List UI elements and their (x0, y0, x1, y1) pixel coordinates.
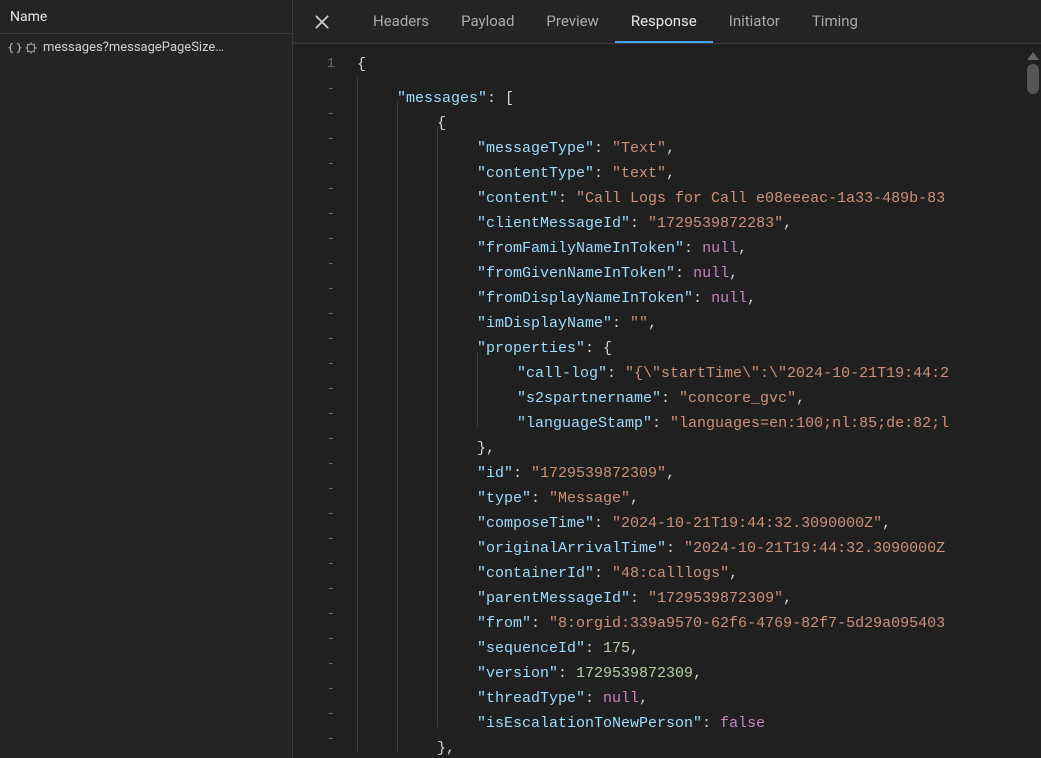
tab-payload[interactable]: Payload (445, 0, 530, 43)
tab-response[interactable]: Response (615, 0, 713, 43)
app-root: Name messages?messagePageSize… (0, 0, 1041, 758)
request-list-panel: Name messages?messagePageSize… (0, 0, 293, 758)
close-button[interactable] (297, 0, 347, 44)
tab-preview[interactable]: Preview (530, 0, 614, 43)
scroll-up-icon (1027, 52, 1039, 60)
tab-headers[interactable]: Headers (357, 0, 445, 43)
scrollbar[interactable] (1027, 52, 1039, 94)
close-icon (313, 13, 331, 31)
request-row[interactable]: messages?messagePageSize… (0, 34, 292, 61)
tab-timing[interactable]: Timing (796, 0, 874, 43)
request-list-header: Name (0, 0, 292, 34)
response-code[interactable]: {"messages": [{"messageType": "Text","co… (343, 44, 1041, 758)
tabs: Headers Payload Preview Response Initiat… (357, 0, 874, 43)
tab-initiator[interactable]: Initiator (713, 0, 796, 43)
detail-tabbar: Headers Payload Preview Response Initiat… (293, 0, 1041, 44)
request-name: messages?messagePageSize… (43, 40, 224, 55)
scroll-thumb[interactable] (1027, 64, 1039, 94)
detail-panel: Headers Payload Preview Response Initiat… (293, 0, 1041, 758)
line-gutter: 1--------------------------- (293, 44, 343, 758)
json-icon (8, 41, 37, 55)
response-code-area: 1--------------------------- {"messages"… (293, 44, 1041, 758)
